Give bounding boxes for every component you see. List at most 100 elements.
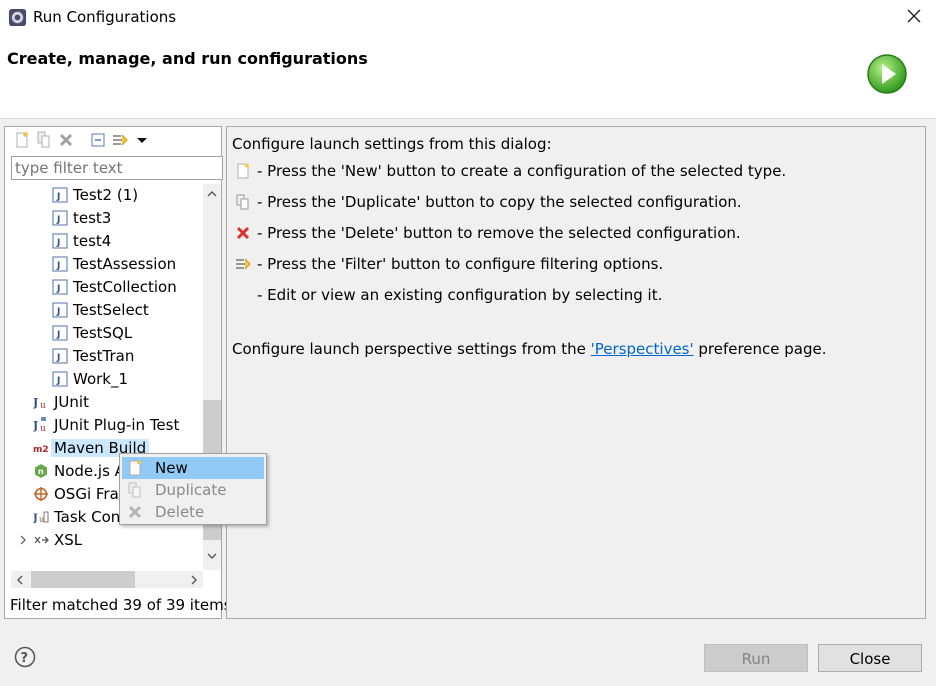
tree-horizontal-scrollbar[interactable] bbox=[11, 571, 203, 588]
tree-item[interactable]: Ju JUnit Plug-in Test bbox=[5, 414, 203, 437]
java-junit-icon: J bbox=[52, 210, 68, 226]
tree-item-label: test4 bbox=[73, 232, 112, 250]
scroll-right-icon[interactable] bbox=[188, 574, 200, 586]
java-junit-icon: J bbox=[52, 348, 68, 364]
filter-icon[interactable] bbox=[111, 131, 129, 149]
junit-icon: Ju bbox=[33, 396, 46, 410]
duplicate-config-icon[interactable] bbox=[35, 131, 53, 149]
java-junit-icon: J bbox=[52, 325, 68, 341]
scroll-up-icon[interactable] bbox=[206, 188, 218, 200]
menu-item-label: Delete bbox=[155, 503, 205, 521]
tree-item[interactable]: Ju JUnit bbox=[5, 391, 203, 414]
close-button[interactable]: Close bbox=[818, 644, 922, 672]
nodejs-icon: n bbox=[35, 464, 47, 478]
menu-item-delete[interactable]: Delete bbox=[122, 501, 264, 523]
java-junit-icon: J bbox=[52, 371, 68, 387]
delete-config-icon bbox=[128, 505, 142, 519]
junit-plugin-icon: Ju bbox=[33, 417, 46, 433]
tree-item-label: TestSelect bbox=[73, 301, 149, 319]
title-bar: Run Configurations bbox=[0, 0, 936, 34]
perspectives-link[interactable]: 'Perspectives' bbox=[591, 340, 694, 358]
scroll-down-icon[interactable] bbox=[206, 550, 218, 562]
svg-text:u: u bbox=[40, 401, 46, 410]
filter-input[interactable] bbox=[11, 156, 223, 180]
java-junit-icon: J bbox=[52, 279, 68, 295]
svg-text:J: J bbox=[56, 353, 60, 363]
svg-text:J: J bbox=[56, 284, 60, 294]
tree-item-label: JUnit bbox=[54, 393, 89, 411]
tree-item[interactable]: J test4 bbox=[5, 230, 203, 253]
tree-item-label: test3 bbox=[73, 209, 112, 227]
help-filter: - Press the 'Filter' button to configure… bbox=[257, 255, 664, 273]
close-window-icon[interactable] bbox=[904, 6, 924, 26]
collapse-all-icon[interactable] bbox=[89, 131, 107, 149]
java-junit-icon: J bbox=[52, 256, 68, 272]
tree-item-label: JUnit Plug-in Test bbox=[54, 416, 180, 434]
xsl-icon bbox=[34, 536, 49, 544]
help-intro: Configure launch settings from this dial… bbox=[232, 135, 552, 153]
run-icon bbox=[867, 54, 907, 94]
tree-item-label: TestTran bbox=[73, 347, 135, 365]
tree-item-label: TestAssession bbox=[73, 255, 177, 273]
svg-text:J: J bbox=[56, 261, 60, 271]
help-panel: Configure launch settings from this dial… bbox=[226, 126, 926, 619]
help-new: - Press the 'New' button to create a con… bbox=[257, 162, 787, 180]
svg-text:J: J bbox=[33, 419, 38, 432]
svg-text:J: J bbox=[33, 396, 38, 409]
osgi-icon bbox=[34, 487, 48, 501]
tree-item[interactable]: XSL bbox=[5, 529, 203, 552]
help-perspective-prefix: Configure launch perspective settings fr… bbox=[232, 340, 591, 358]
new-config-icon[interactable] bbox=[13, 131, 31, 149]
tree-item-label: XSL bbox=[54, 531, 83, 549]
filter-icon bbox=[236, 258, 251, 270]
duplicate-config-icon bbox=[128, 482, 141, 498]
java-junit-icon: J bbox=[52, 302, 68, 318]
java-junit-icon: J bbox=[52, 187, 68, 203]
svg-text:J: J bbox=[56, 307, 60, 317]
menu-item-label: New bbox=[155, 459, 188, 477]
tree-item[interactable]: J TestAssession bbox=[5, 253, 203, 276]
run-button[interactable]: Run bbox=[704, 644, 808, 672]
svg-text:J: J bbox=[56, 330, 60, 340]
delete-config-icon[interactable] bbox=[57, 131, 75, 149]
menu-item-duplicate[interactable]: Duplicate bbox=[122, 479, 264, 501]
svg-text:J: J bbox=[56, 192, 60, 202]
new-config-icon bbox=[129, 460, 141, 476]
svg-text:J: J bbox=[33, 513, 38, 524]
help-icon[interactable]: ? bbox=[14, 646, 36, 668]
filter-status: Filter matched 39 of 39 items bbox=[10, 596, 232, 614]
tree-item[interactable]: J test3 bbox=[5, 207, 203, 230]
svg-text:u: u bbox=[40, 424, 46, 433]
window-title: Run Configurations bbox=[33, 8, 177, 26]
help-perspective: Configure launch perspective settings fr… bbox=[232, 340, 827, 358]
svg-text:J: J bbox=[56, 215, 60, 225]
task-context-icon: Ju bbox=[33, 511, 49, 524]
new-config-icon bbox=[237, 163, 249, 179]
java-junit-icon: J bbox=[52, 233, 68, 249]
tree-item[interactable]: J TestSQL bbox=[5, 322, 203, 345]
tree-item[interactable]: J TestSelect bbox=[5, 299, 203, 322]
scroll-left-icon[interactable] bbox=[14, 574, 26, 586]
tree-item[interactable]: J Work_1 bbox=[5, 368, 203, 391]
svg-text:m2: m2 bbox=[33, 445, 49, 455]
help-perspective-suffix: preference page. bbox=[693, 340, 827, 358]
maven-icon: m2 bbox=[33, 445, 49, 455]
tree-item[interactable]: J TestTran bbox=[5, 345, 203, 368]
delete-config-icon bbox=[236, 226, 250, 240]
menu-item-new[interactable]: New bbox=[122, 457, 264, 479]
chevron-right-icon[interactable] bbox=[15, 532, 31, 548]
gear-icon bbox=[8, 8, 27, 27]
tree-item[interactable]: J Test2 (1) bbox=[5, 184, 203, 207]
tree-item-label: TestSQL bbox=[73, 324, 133, 342]
svg-text:?: ? bbox=[21, 651, 29, 666]
dropdown-arrow-icon[interactable] bbox=[133, 131, 151, 149]
svg-text:n: n bbox=[38, 467, 44, 476]
help-duplicate: - Press the 'Duplicate' button to copy t… bbox=[257, 193, 742, 211]
scrollbar-thumb[interactable] bbox=[31, 571, 135, 588]
tree-item[interactable]: J TestCollection bbox=[5, 276, 203, 299]
help-delete: - Press the 'Delete' button to remove th… bbox=[257, 224, 741, 242]
duplicate-config-icon bbox=[236, 194, 249, 210]
header-title: Create, manage, and run configurations bbox=[7, 49, 368, 68]
tree-item-label: Test2 (1) bbox=[73, 186, 139, 204]
svg-text:u: u bbox=[39, 515, 44, 524]
